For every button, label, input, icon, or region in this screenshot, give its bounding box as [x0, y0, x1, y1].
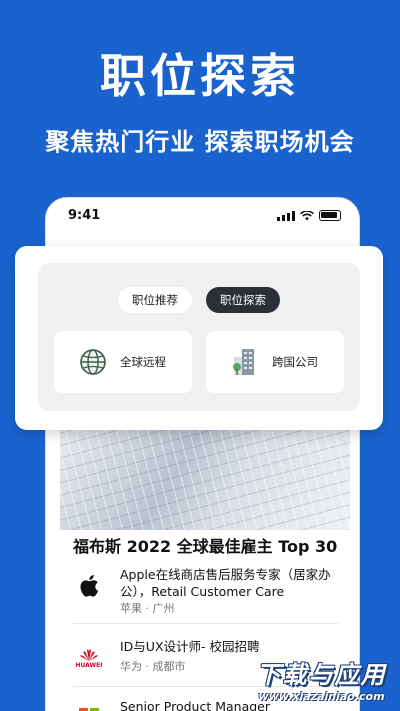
watermark: 下载与应用 www.xiazainiao.com — [249, 655, 394, 703]
job-item[interactable]: Apple在线商店售后服务专家（居家办公），Retail Customer Ca… — [73, 566, 353, 615]
huawei-logo-text: HUAWEI — [75, 661, 103, 669]
option-label: 全球远程 — [120, 355, 166, 369]
hero-subtitle: 聚焦热门行业 探索职场机会 — [45, 128, 355, 156]
watermark-main: 下载与应用 — [256, 661, 387, 689]
job-title: Apple在线商店售后服务专家（居家办公），Retail Customer Ca… — [120, 567, 331, 599]
globe-icon — [80, 349, 106, 375]
building-photo — [60, 430, 350, 530]
tab-recommend[interactable]: 职位推荐 — [118, 287, 192, 313]
watermark-url: www.xiazainiao.com — [258, 690, 385, 703]
section-title: 福布斯 2022 全球最佳雇主 Top 30 — [73, 537, 338, 556]
microsoft-logo-icon — [73, 702, 105, 711]
tab-explore[interactable]: 职位探索 — [206, 287, 280, 313]
wifi-icon — [300, 211, 314, 221]
job-title: ID与UX设计师- 校园招聘 — [120, 639, 260, 654]
battery-icon — [319, 210, 341, 221]
status-icons — [277, 210, 341, 221]
job-meta: 华为 · 成都市 — [120, 660, 186, 673]
explore-card-inner: 职位推荐 职位探索 全球远程 跨国公司 — [38, 263, 360, 411]
explore-card: 职位推荐 职位探索 全球远程 跨国公司 — [15, 246, 383, 430]
huawei-logo-icon: HUAWEI — [73, 642, 105, 674]
hero-title: 职位探索 — [100, 49, 300, 103]
divider — [73, 623, 338, 624]
apple-logo-icon — [73, 570, 105, 602]
option-label: 跨国公司 — [272, 355, 318, 369]
option-multinational[interactable]: 跨国公司 — [206, 331, 344, 393]
job-meta: 苹果 · 广州 — [120, 602, 175, 615]
status-bar: 9:41 — [46, 198, 359, 234]
signal-icon — [277, 211, 295, 221]
option-global-remote[interactable]: 全球远程 — [54, 331, 192, 393]
building-icon — [233, 349, 254, 375]
status-time: 9:41 — [68, 208, 101, 223]
